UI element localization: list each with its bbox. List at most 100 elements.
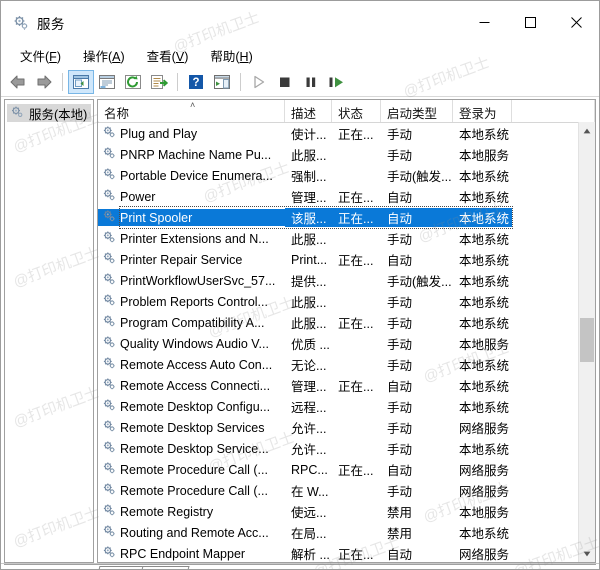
stop-service-button[interactable] (272, 70, 298, 94)
service-gear-icon (102, 482, 116, 496)
column-header-log-on-as[interactable]: 登录为 (453, 100, 512, 122)
cell-description: 管理... (285, 187, 332, 206)
cell-startup-type: 手动 (381, 481, 453, 500)
service-name-label: Plug and Play (120, 127, 197, 141)
cell-status: 正在... (332, 187, 381, 206)
minimize-button[interactable] (461, 1, 507, 44)
table-row[interactable]: Program Compatibility A...此服...正在...手动本地… (98, 312, 595, 333)
table-row[interactable]: Remote Desktop Services允许...手动网络服务 (98, 417, 595, 438)
maximize-button[interactable] (507, 1, 553, 44)
close-icon (571, 17, 582, 28)
service-gear-icon (102, 419, 116, 433)
services-gear-icon (11, 14, 29, 32)
cell-description: 使计... (285, 124, 332, 143)
column-header-name[interactable]: 名称 ˄ (98, 100, 285, 122)
cell-log-on-as: 本地系统 (453, 523, 512, 542)
forward-button[interactable] (31, 70, 57, 94)
restart-service-button[interactable] (324, 70, 350, 94)
table-row[interactable]: Power管理...正在...自动本地系统 (98, 186, 595, 207)
service-gear-icon (102, 125, 116, 139)
cell-description: 强制... (285, 166, 332, 185)
cell-log-on-as: 网络服务 (453, 544, 512, 562)
table-row[interactable]: PrintWorkflowUserSvc_57...提供...手动(触发...本… (98, 270, 595, 291)
tree-node-label: 服务(本地) (29, 104, 87, 123)
table-row[interactable]: Plug and Play使计...正在...手动本地系统 (98, 123, 595, 144)
view-tabs: 扩展 标准 (1, 563, 599, 570)
properties-button[interactable] (94, 70, 120, 94)
pause-icon (302, 74, 320, 90)
list-vertical-scrollbar[interactable] (578, 122, 595, 562)
cell-status: 正在... (332, 313, 381, 332)
table-row[interactable]: Quality Windows Audio V...优质 ...手动本地服务 (98, 333, 595, 354)
table-row[interactable]: Portable Device Enumera...强制...手动(触发...本… (98, 165, 595, 186)
cell-log-on-as: 本地服务 (453, 145, 512, 164)
close-button[interactable] (553, 1, 599, 44)
cell-log-on-as: 本地系统 (453, 166, 512, 185)
cell-name: PNRP Machine Name Pu... (98, 146, 285, 163)
cell-name: Remote Procedure Call (... (98, 461, 285, 478)
column-header-startup-type[interactable]: 启动类型 (381, 100, 453, 122)
cell-startup-type: 手动(触发... (381, 166, 453, 185)
pause-service-button[interactable] (298, 70, 324, 94)
table-row[interactable]: Remote Desktop Configu...远程...手动本地系统 (98, 396, 595, 417)
cell-startup-type: 自动 (381, 208, 453, 227)
table-row[interactable]: Printer Repair ServicePrint...正在...自动本地系… (98, 249, 595, 270)
service-gear-icon (102, 125, 116, 142)
cell-log-on-as: 本地系统 (453, 313, 512, 332)
scroll-down-button[interactable] (579, 545, 595, 562)
table-row[interactable]: Problem Reports Control...此服...手动本地系统 (98, 291, 595, 312)
column-header-description[interactable]: 描述 (285, 100, 332, 122)
help-button[interactable]: ? (183, 70, 209, 94)
tab-extended[interactable]: 扩展 (95, 566, 147, 570)
table-row[interactable]: Routing and Remote Acc...在局...禁用本地系统 (98, 522, 595, 543)
tab-standard[interactable]: 标准 (138, 566, 190, 570)
table-row[interactable]: Printer Extensions and N...此服...手动本地系统 (98, 228, 595, 249)
start-service-button[interactable] (246, 70, 272, 94)
table-row[interactable]: PNRP Machine Name Pu...此服... 手动本地服务 (98, 144, 595, 165)
table-row[interactable]: Remote Access Connecti...管理...正在...自动本地系… (98, 375, 595, 396)
menu-item-file[interactable]: 文件(F) (9, 43, 72, 69)
menu-item-action[interactable]: 操作(A) (72, 43, 136, 69)
cell-startup-type: 手动 (381, 418, 453, 437)
toolbar: ? (1, 68, 599, 97)
scroll-up-button[interactable] (579, 122, 595, 139)
cell-description: 此服... (285, 313, 332, 332)
service-gear-icon (102, 377, 116, 394)
cell-description: 优质 ... (285, 334, 332, 353)
table-row[interactable]: Print Spooler该服...正在...自动本地系统 (98, 207, 595, 228)
toolbar-separator-3 (240, 73, 241, 91)
cell-startup-type: 手动 (381, 145, 453, 164)
service-gear-icon (102, 167, 116, 181)
cell-startup-type: 手动 (381, 355, 453, 374)
window-title: 服务 (37, 13, 65, 33)
cell-description: 此服... (285, 145, 332, 164)
table-row[interactable]: RPC Endpoint Mapper解析 ...正在...自动网络服务 (98, 543, 595, 562)
service-gear-icon (102, 398, 116, 415)
service-gear-icon (102, 503, 116, 517)
cell-startup-type: 禁用 (381, 523, 453, 542)
back-button[interactable] (5, 70, 31, 94)
table-row[interactable]: Remote Procedure Call (...在 W...手动网络服务 (98, 480, 595, 501)
show-action-pane-button[interactable] (209, 70, 235, 94)
table-row[interactable]: Remote Procedure Call (...RPC...正在...自动网… (98, 459, 595, 480)
service-gear-icon (102, 314, 116, 328)
tree-node-services-local[interactable]: 服务(本地) (7, 104, 91, 122)
services-list-body[interactable]: Plug and Play使计...正在...手动本地系统PNRP Machin… (98, 123, 595, 562)
table-row[interactable]: Remote Desktop Service...允许...手动本地系统 (98, 438, 595, 459)
table-row[interactable]: Remote Access Auto Con...无论...手动本地系统 (98, 354, 595, 375)
menu-item-help[interactable]: 帮助(H) (199, 43, 263, 69)
service-name-label: Printer Repair Service (120, 253, 242, 267)
cell-startup-type: 手动 (381, 313, 453, 332)
service-name-label: Printer Extensions and N... (120, 232, 269, 246)
export-list-button[interactable] (146, 70, 172, 94)
export-list-icon (150, 74, 168, 90)
scrollbar-thumb[interactable] (580, 318, 594, 363)
column-header-status[interactable]: 状态 (332, 100, 381, 122)
cell-name: Print Spooler (98, 209, 285, 226)
service-name-label: Remote Access Connecti... (120, 379, 270, 393)
show-hide-console-tree-button[interactable] (68, 70, 94, 94)
refresh-button[interactable] (120, 70, 146, 94)
table-row[interactable]: Remote Registry使远...禁用本地服务 (98, 501, 595, 522)
menu-item-view[interactable]: 查看(V) (136, 43, 200, 69)
service-gear-icon (102, 146, 116, 160)
